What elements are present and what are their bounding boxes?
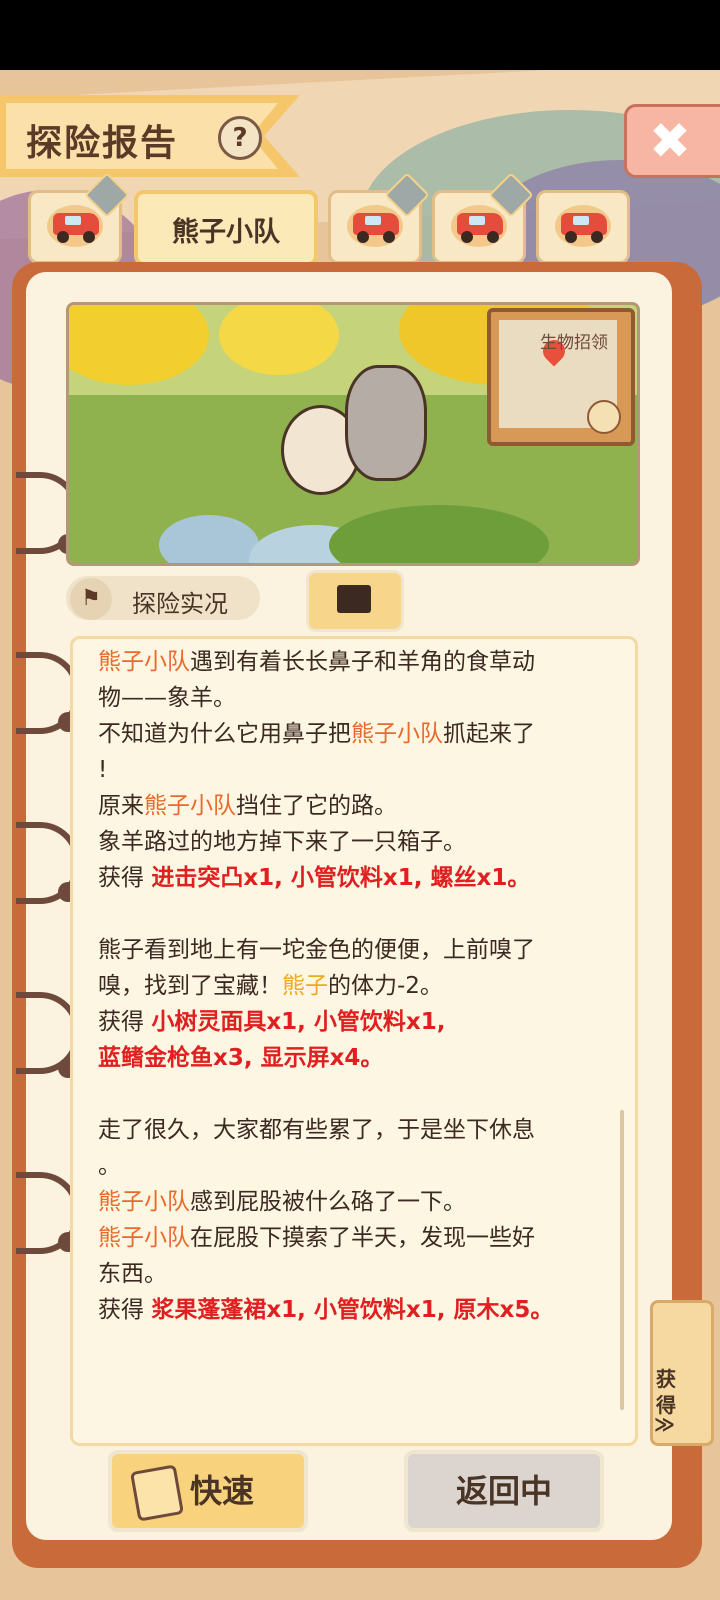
- rewards-tag-label: 获得: [656, 1367, 676, 1417]
- log-line: 东西。: [98, 1261, 167, 1287]
- clapperboard-icon: [337, 585, 371, 613]
- log-line: 。: [98, 1153, 121, 1179]
- double-arrow-icon: ≫: [654, 1412, 675, 1436]
- tab-team-1[interactable]: [28, 172, 130, 264]
- close-button[interactable]: ✖: [624, 104, 720, 178]
- help-icon[interactable]: ?: [218, 116, 262, 160]
- reward-text: 进击突凸x1, 小管饮料x1, 螺丝x1。: [151, 865, 531, 891]
- log-line: 不知道为什么它用鼻子把熊子小队抓起来了: [98, 721, 535, 747]
- tab-team-4[interactable]: [432, 172, 534, 264]
- log-line: !: [98, 757, 108, 783]
- log-line: 蓝鳍金枪鱼x3, 显示屏x4。: [98, 1045, 384, 1071]
- reward-text: 小树灵面具x1, 小管饮料x1,: [151, 1009, 446, 1035]
- team-name: 熊子小队: [98, 1225, 190, 1251]
- log-line: 熊子看到地上有一坨金色的便便，上前嗅了: [98, 937, 535, 963]
- team-name: 熊子小队: [98, 1189, 190, 1215]
- team-name: 熊子小队: [98, 649, 190, 675]
- tab-label: 熊子小队: [172, 217, 280, 248]
- section-label: 探险实况: [132, 590, 228, 618]
- log-line: 原来熊子小队挡住了它的路。: [98, 793, 397, 819]
- log-line: 获得 进击突凸x1, 小管饮料x1, 螺丝x1。: [98, 865, 531, 891]
- reward-text: 浆果蓬蓬裙x1, 小管饮料x1, 原木x5。: [151, 1297, 554, 1323]
- tab-team-5[interactable]: [536, 190, 630, 264]
- log-line: 获得 浆果蓬蓬裙x1, 小管饮料x1, 原木x5。: [98, 1297, 554, 1323]
- log-line: 走了很久，大家都有些累了，于是坐下休息: [98, 1117, 535, 1143]
- speed-card-icon: [130, 1464, 184, 1522]
- log-line: 熊子小队感到屁股被什么硌了一下。: [98, 1189, 466, 1215]
- close-icon: ✖: [649, 112, 691, 170]
- team-name: 熊子小队: [351, 721, 443, 747]
- log-line: 象羊路过的地方掉下来了一只箱子。: [98, 829, 466, 855]
- log-line: 熊子小队在屁股下摸索了半天，发现一些好: [98, 1225, 535, 1251]
- magnifier-icon[interactable]: [587, 400, 621, 434]
- flag-icon: ⚑: [70, 578, 112, 620]
- quick-button-label: 快速: [190, 1472, 255, 1510]
- page-title: 探险报告: [26, 123, 179, 164]
- log-line: 获得 小树灵面具x1, 小管饮料x1,: [98, 1009, 446, 1035]
- returning-button-label: 返回中: [455, 1472, 552, 1510]
- team-name: 熊子小队: [144, 793, 236, 819]
- log-scrollbar[interactable]: [620, 1110, 624, 1410]
- tab-team-3[interactable]: [328, 172, 430, 264]
- character-raccoon: [345, 365, 427, 481]
- log-line: 熊子小队遇到有着长长鼻子和羊角的食草动: [98, 649, 535, 675]
- map-label: 生物招领: [540, 333, 608, 353]
- replay-button[interactable]: [306, 570, 404, 632]
- log-line: 嗅，找到了宝藏！熊子的体力-2。: [98, 973, 443, 999]
- tab-team-active[interactable]: 熊子小队: [134, 190, 318, 266]
- member-name: 熊子: [282, 973, 328, 999]
- log-text: 熊子小队遇到有着长长鼻子和羊角的食草动 物——象羊。 不知道为什么它用鼻子把熊子…: [98, 644, 608, 1328]
- log-line: 物——象羊。: [98, 685, 236, 711]
